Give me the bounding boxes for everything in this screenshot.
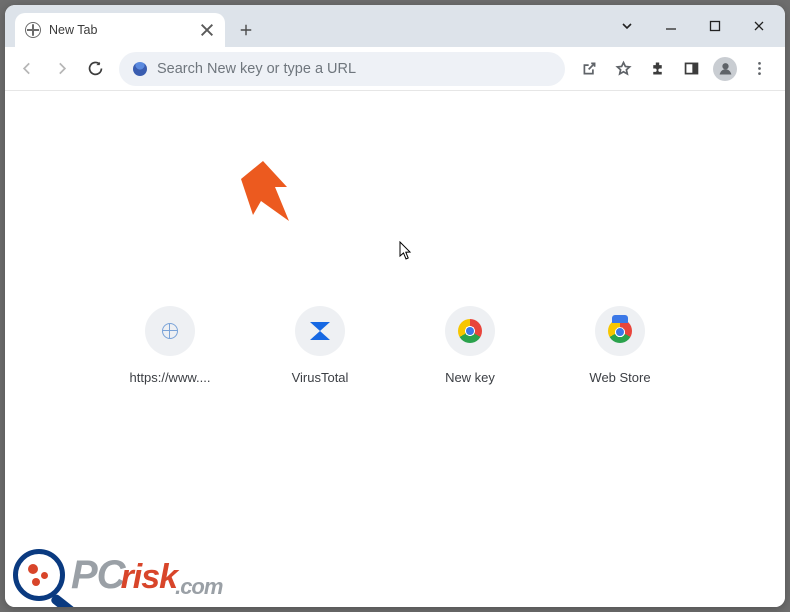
- toolbar-right: [573, 53, 779, 85]
- toolbar: Search New key or type a URL: [5, 47, 785, 91]
- back-button[interactable]: [11, 53, 43, 85]
- globe-icon: [25, 22, 41, 38]
- shortcut-item[interactable]: https://www....: [125, 306, 215, 385]
- shortcut-label: VirusTotal: [292, 370, 349, 385]
- window-close-button[interactable]: [739, 10, 779, 42]
- shortcut-label: Web Store: [589, 370, 650, 385]
- webstore-icon: [608, 319, 632, 343]
- annotation-arrow-icon: [239, 161, 299, 231]
- share-icon[interactable]: [573, 53, 605, 85]
- mouse-cursor-icon: [399, 241, 413, 261]
- avatar-icon: [713, 57, 737, 81]
- profile-avatar[interactable]: [709, 53, 741, 85]
- extensions-icon[interactable]: [641, 53, 673, 85]
- watermark-text: risk: [121, 558, 178, 596]
- shortcut-label: New key: [445, 370, 495, 385]
- virustotal-icon: [307, 318, 333, 344]
- shortcut-icon: [295, 306, 345, 356]
- search-engine-icon: [133, 62, 147, 76]
- window-maximize-button[interactable]: [695, 10, 735, 42]
- magnifier-icon: [13, 549, 65, 601]
- window-controls: [607, 5, 779, 47]
- shortcut-label: https://www....: [130, 370, 211, 385]
- pcrisk-watermark: PCrisk.com: [13, 549, 222, 601]
- shortcut-item[interactable]: Web Store: [575, 306, 665, 385]
- omnibox-placeholder: Search New key or type a URL: [157, 61, 551, 77]
- sidepanel-icon[interactable]: [675, 53, 707, 85]
- tab-title: New Tab: [49, 23, 191, 37]
- new-tab-button[interactable]: [231, 15, 261, 45]
- shortcut-icon: [595, 306, 645, 356]
- reload-button[interactable]: [79, 53, 111, 85]
- chrome-icon: [458, 319, 482, 343]
- omnibox[interactable]: Search New key or type a URL: [119, 52, 565, 86]
- tab-search-button[interactable]: [607, 10, 647, 42]
- forward-button[interactable]: [45, 53, 77, 85]
- tab-strip: New Tab: [5, 5, 785, 47]
- shortcut-icon: [445, 306, 495, 356]
- watermark-text: PC: [71, 553, 125, 597]
- shortcut-item[interactable]: VirusTotal: [275, 306, 365, 385]
- bookmark-icon[interactable]: [607, 53, 639, 85]
- tab-newtab[interactable]: New Tab: [15, 13, 225, 47]
- site-icon: [160, 321, 180, 341]
- shortcuts-row: https://www.... VirusTotal New key: [5, 306, 785, 385]
- watermark-text: .com: [175, 574, 222, 599]
- shortcut-item[interactable]: New key: [425, 306, 515, 385]
- browser-window: New Tab: [5, 5, 785, 607]
- close-tab-icon[interactable]: [199, 22, 215, 38]
- new-tab-page: https://www.... VirusTotal New key: [5, 91, 785, 607]
- shortcut-icon: [145, 306, 195, 356]
- menu-icon[interactable]: [743, 53, 775, 85]
- window-minimize-button[interactable]: [651, 10, 691, 42]
